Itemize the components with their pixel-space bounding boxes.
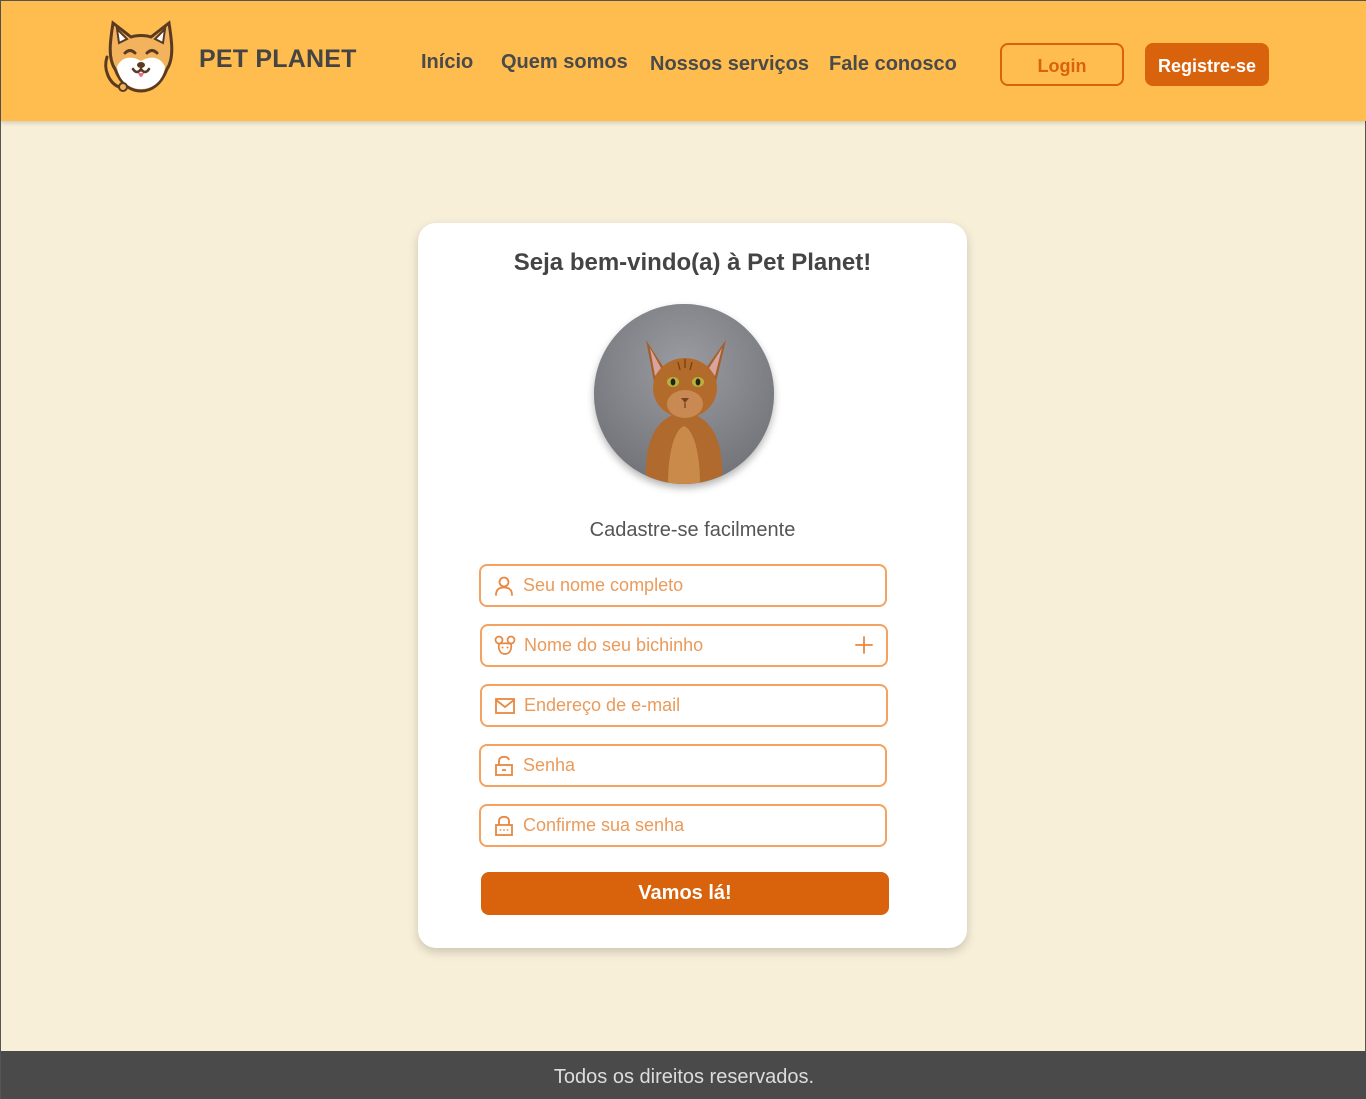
brand-name[interactable]: PET PLANET — [199, 45, 357, 74]
cat-avatar-image — [594, 304, 774, 484]
register-button[interactable]: Registre-se — [1145, 43, 1269, 86]
nav-link-inicio[interactable]: Início — [421, 51, 473, 74]
site-header: PET PLANET Início Quem somos Nossos serv… — [1, 1, 1366, 121]
nav-link-quem-somos[interactable]: Quem somos — [501, 51, 628, 74]
pet-name-field[interactable] — [480, 624, 888, 667]
paw-icon — [494, 635, 516, 655]
password-field[interactable] — [479, 744, 887, 787]
confirm-password-input[interactable] — [523, 806, 853, 845]
signup-subtitle: Cadastre-se facilmente — [589, 519, 796, 541]
user-icon — [495, 576, 513, 596]
submit-button[interactable]: Vamos lá! — [481, 872, 889, 915]
login-button[interactable]: Login — [1000, 43, 1124, 86]
full-name-input[interactable] — [523, 566, 853, 605]
full-name-field[interactable] — [479, 564, 887, 607]
nav-link-nossos-servicos[interactable]: Nossos serviços — [650, 53, 809, 76]
signup-card: Seja bem-vindo(a) à Pet Planet! Cadastre… — [418, 223, 967, 948]
email-field[interactable] — [480, 684, 888, 727]
corgi-logo-icon[interactable] — [101, 17, 181, 95]
pet-name-input[interactable] — [524, 626, 854, 665]
site-footer: Todos os direitos reservados. — [1, 1051, 1366, 1099]
card-title: Seja bem-vindo(a) à Pet Planet! — [513, 249, 872, 276]
footer-copyright: Todos os direitos reservados. — [553, 1066, 815, 1088]
add-pet-icon[interactable] — [854, 635, 874, 655]
nav-link-fale-conosco[interactable]: Fale conosco — [829, 53, 957, 76]
unlock-icon — [495, 755, 513, 776]
confirm-password-field[interactable] — [479, 804, 887, 847]
email-input[interactable] — [524, 686, 854, 725]
password-input[interactable] — [523, 746, 853, 785]
mail-icon — [495, 698, 515, 714]
lock-icon — [495, 815, 513, 836]
cat-photo-icon — [594, 304, 774, 484]
